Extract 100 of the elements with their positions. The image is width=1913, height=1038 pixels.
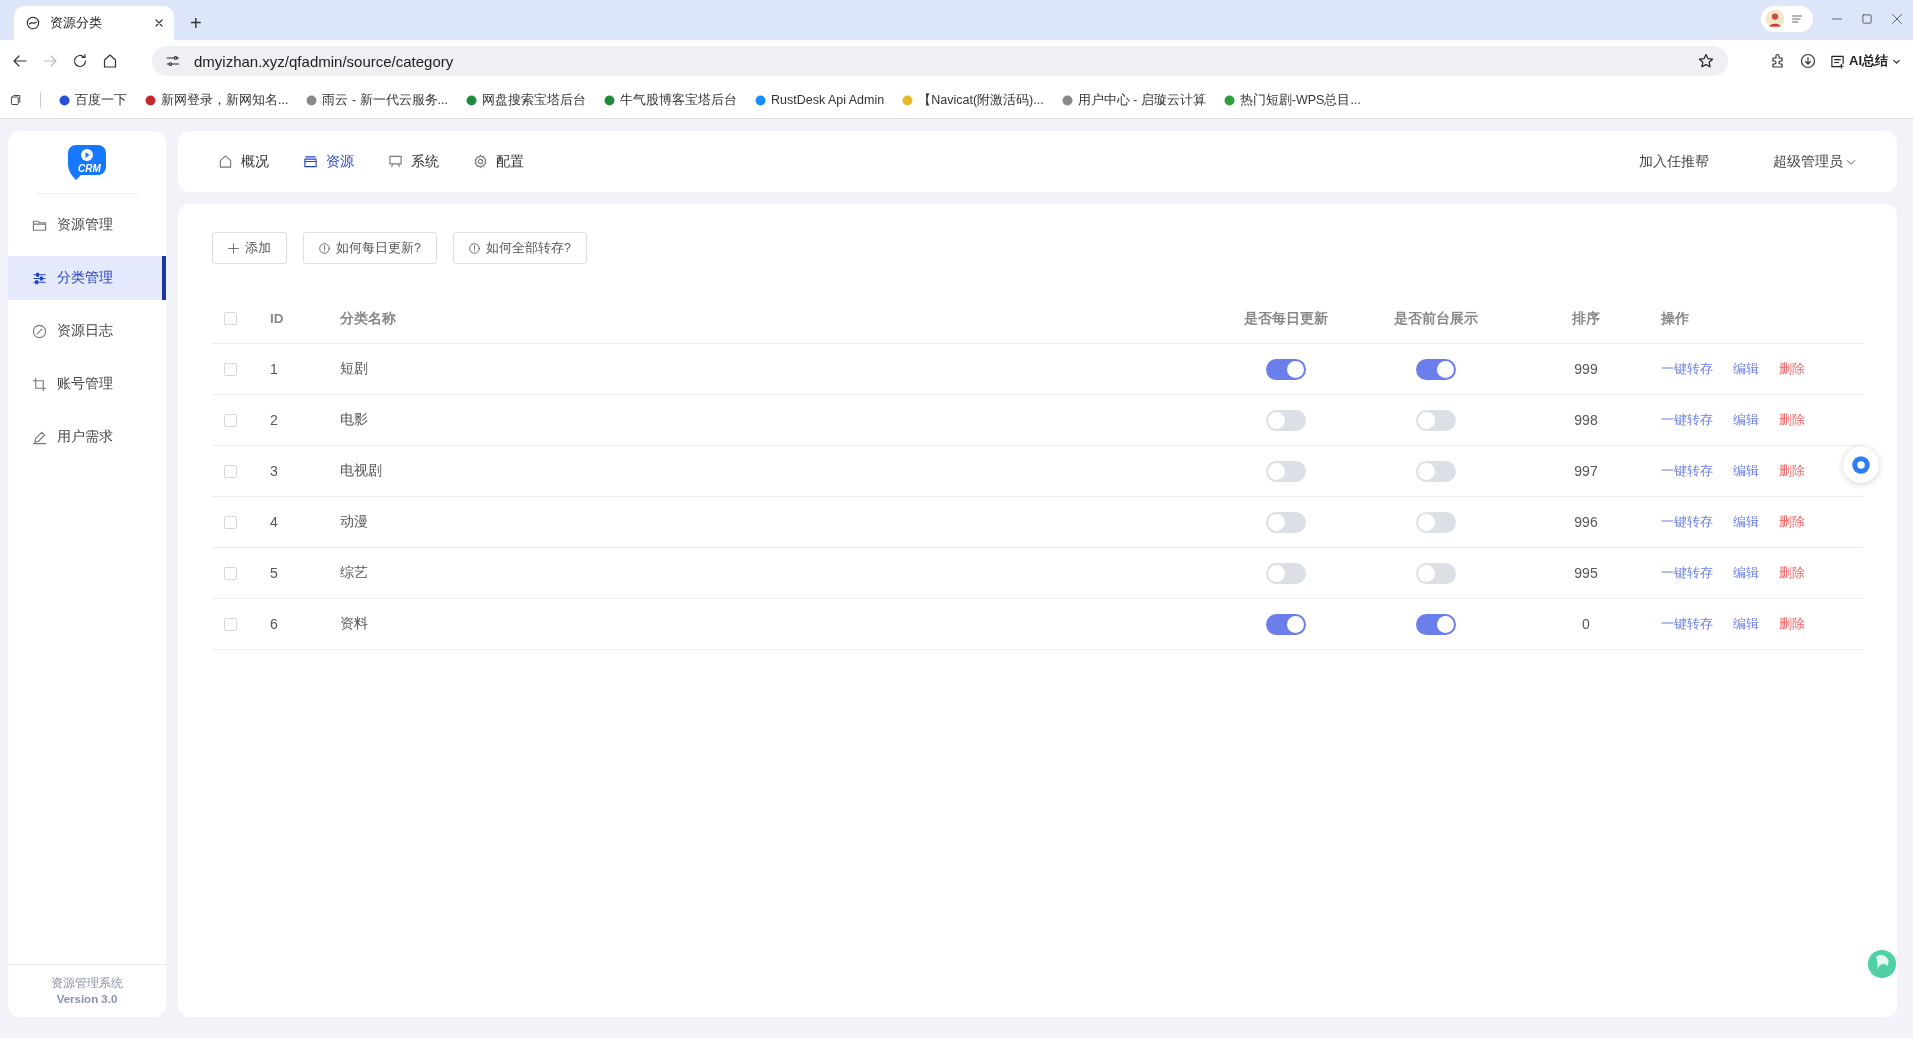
avatar-icon (1765, 9, 1785, 29)
toggle-switch[interactable] (1416, 511, 1456, 533)
system-name: 资源管理系统 (50, 976, 124, 991)
action-link[interactable]: 编辑 (1733, 615, 1759, 633)
table-cell: 996 (1574, 514, 1598, 530)
sliders-icon (32, 270, 47, 286)
table-cell: 998 (1574, 412, 1598, 428)
crm-logo: CRM (67, 144, 107, 180)
toggle-switch[interactable] (1416, 358, 1456, 380)
toggle-switch[interactable] (1416, 562, 1456, 584)
bookmark[interactable]: 新网登录，新网知名... (145, 91, 289, 109)
toggle-switch[interactable] (1266, 562, 1306, 584)
sidebar-item[interactable]: 分类管理 (8, 256, 166, 300)
table-cell: 995 (1574, 565, 1598, 581)
action-link[interactable]: 一键转存 (1661, 411, 1713, 429)
nav-link[interactable]: 加入任推帮 (1639, 152, 1709, 171)
table-cell: 997 (1574, 463, 1598, 479)
action-link[interactable]: 一键转存 (1661, 462, 1713, 480)
toggle-switch[interactable] (1416, 613, 1456, 635)
plus-icon (228, 242, 239, 254)
table-cell-text: 短剧 (339, 360, 369, 378)
monitor-icon (388, 154, 403, 169)
site-settings-icon (166, 54, 180, 68)
nav-tab[interactable]: 配置 (473, 152, 524, 171)
row-checkbox[interactable] (224, 515, 237, 529)
column-header: 操作 (1661, 309, 1690, 328)
user-menu[interactable]: 超级管理员 (1773, 152, 1857, 171)
tab-groups-icon (10, 94, 22, 106)
bookmark[interactable]: 网盘搜索宝塔后台 (465, 91, 586, 109)
forward-icon (42, 53, 58, 69)
row-checkbox[interactable] (224, 566, 237, 580)
compass-icon (32, 323, 47, 339)
version-label: Version 3.0 (55, 992, 119, 1007)
row-checkbox[interactable] (224, 464, 237, 478)
toggle-switch[interactable] (1266, 613, 1306, 635)
back-icon (12, 53, 28, 69)
maximize-icon (1861, 13, 1873, 25)
action-link[interactable]: 编辑 (1733, 462, 1759, 480)
browser-tab[interactable]: 资源分类 (14, 6, 174, 40)
home-icon (218, 154, 233, 169)
select-all-checkbox[interactable] (224, 312, 237, 325)
bookmark[interactable]: RustDesk Api Admin (754, 93, 885, 107)
action-link[interactable]: 编辑 (1733, 513, 1759, 531)
bookmark[interactable]: 百度一下 (59, 91, 127, 109)
table-cell-text: 动漫 (339, 513, 369, 531)
crop-icon (32, 376, 47, 392)
row-checkbox[interactable] (224, 362, 237, 376)
toolbar-button[interactable]: 如何全部转存? (452, 232, 587, 264)
action-link[interactable]: 编辑 (1733, 564, 1759, 582)
toolbar-button[interactable]: 如何每日更新? (303, 232, 437, 264)
action-link[interactable]: 一键转存 (1661, 615, 1713, 633)
nav-tab[interactable]: 系统 (388, 152, 439, 171)
sidebar-item[interactable]: 资源管理 (8, 203, 166, 247)
info-icon (468, 242, 480, 254)
sidebar-item[interactable]: 资源日志 (8, 309, 166, 353)
address-bar[interactable]: dmyizhan.xyz/qfadmin/source/category (152, 46, 1728, 76)
action-link[interactable]: 编辑 (1733, 360, 1759, 378)
star-icon (1698, 53, 1714, 69)
table-cell: 0 (1582, 616, 1590, 632)
row-checkbox[interactable] (224, 413, 237, 427)
table-cell-text: 5 (269, 565, 279, 581)
column-header: 分类名称 (339, 309, 397, 328)
close-icon (1891, 13, 1903, 25)
bookmark[interactable]: 【Navicat(附激活码)... (902, 91, 1044, 109)
nav-tab[interactable]: 概况 (218, 152, 269, 171)
action-link[interactable]: 一键转存 (1661, 360, 1713, 378)
toggle-switch[interactable] (1266, 409, 1306, 431)
toggle-switch[interactable] (1266, 460, 1306, 482)
toggle-switch[interactable] (1266, 358, 1306, 380)
home-icon (102, 53, 118, 69)
reload-icon (72, 53, 88, 69)
site-icon (26, 16, 40, 30)
bookmark[interactable]: 用户中心 - 启璇云计算 (1061, 91, 1206, 109)
gear-icon (473, 154, 488, 169)
nav-tab[interactable]: 资源 (303, 152, 354, 171)
toggle-switch[interactable] (1416, 409, 1456, 431)
summary-icon (1830, 53, 1845, 69)
profile-button[interactable] (1761, 6, 1813, 32)
action-link[interactable]: 一键转存 (1661, 513, 1713, 531)
close-icon (154, 18, 164, 28)
chat-button[interactable] (1843, 447, 1879, 483)
column-header: 是否前台展示 (1394, 309, 1478, 328)
bookmark[interactable]: 热门短剧-WPS总目... (1223, 91, 1361, 109)
sidebar-item[interactable]: 账号管理 (8, 362, 166, 406)
toolbar-button[interactable]: 添加 (212, 232, 287, 264)
table-cell-text: 电影 (339, 411, 369, 429)
action-link[interactable]: 编辑 (1733, 411, 1759, 429)
toggle-switch[interactable] (1416, 460, 1456, 482)
info-icon (319, 242, 330, 254)
sidebar-item[interactable]: 用户需求 (8, 415, 166, 459)
bookmark[interactable]: 雨云 - 新一代云服务... (306, 91, 448, 109)
bookmark[interactable]: 牛气股博客宝塔后台 (603, 91, 737, 109)
table-cell-text: 综艺 (339, 564, 369, 582)
row-checkbox[interactable] (224, 617, 237, 631)
action-link[interactable]: 一键转存 (1661, 564, 1713, 582)
download-icon (1800, 53, 1816, 69)
toggle-switch[interactable] (1266, 511, 1306, 533)
ai-summary-button[interactable]: AI总结 (1830, 52, 1901, 70)
new-tab-button[interactable]: + (182, 6, 210, 40)
tray-icon (303, 154, 318, 169)
